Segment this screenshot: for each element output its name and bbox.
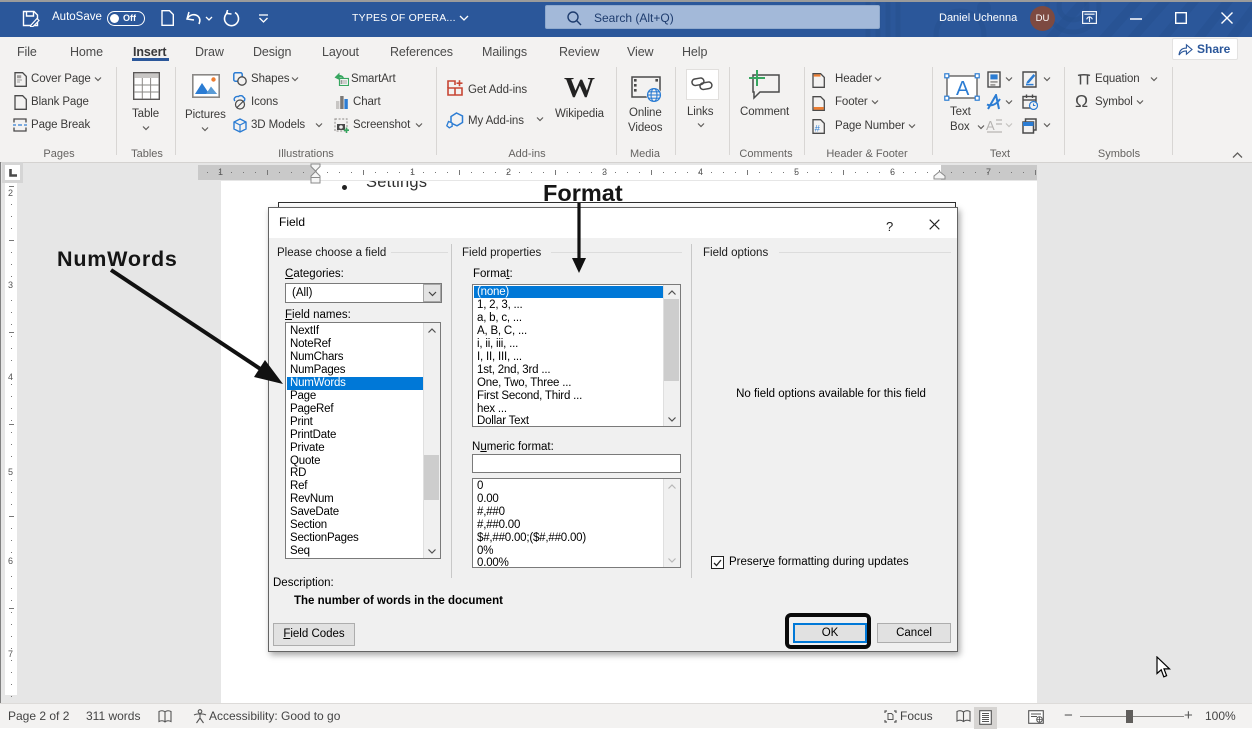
- svg-text:A: A: [956, 78, 970, 100]
- svg-text:#: #: [815, 124, 821, 135]
- svg-text:A: A: [986, 118, 995, 133]
